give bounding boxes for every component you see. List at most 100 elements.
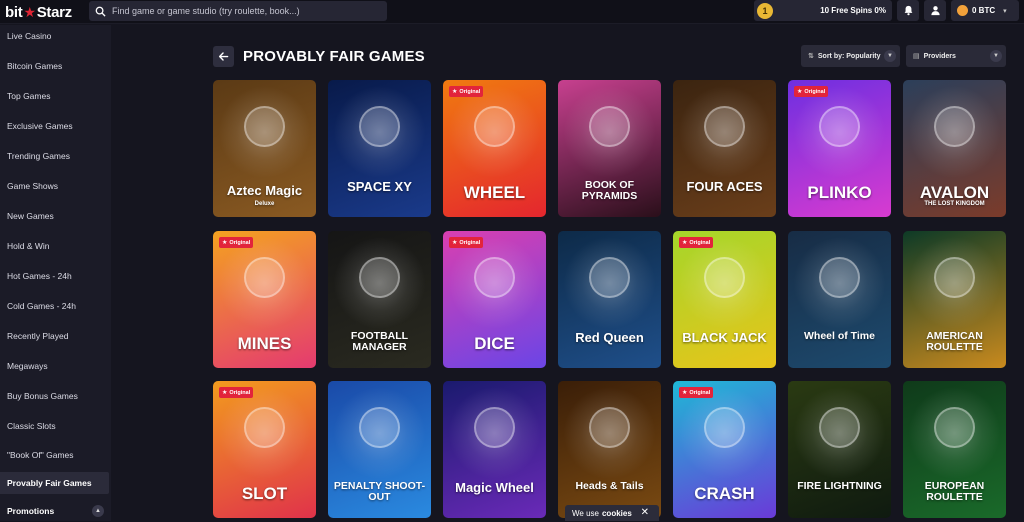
game-title: FOUR ACES (686, 179, 763, 194)
cookie-text: We use (572, 508, 599, 518)
game-thumbnail (558, 381, 661, 518)
game-card[interactable]: BOOK OF PYRAMIDS (558, 80, 661, 217)
sidebar-item[interactable]: Recently Played (0, 325, 109, 347)
game-card[interactable]: ★ Original SLOT (213, 381, 316, 518)
logo-text-right: Starz (36, 3, 72, 21)
sidebar-item[interactable]: Bitcoin Games (0, 55, 109, 77)
game-card[interactable]: FOOTBALL MANAGER (328, 231, 431, 368)
game-card[interactable]: AMERICAN ROULETTE (903, 231, 1006, 368)
cookie-link[interactable]: cookies (602, 509, 632, 518)
sidebar-item[interactable]: Provably Fair Games (0, 472, 109, 494)
sidebar-item[interactable]: Top Games (0, 85, 109, 107)
user-icon (930, 6, 940, 16)
game-card[interactable]: Heads & Tails (558, 381, 661, 518)
game-thumbnail (558, 231, 661, 368)
back-button[interactable] (213, 45, 234, 67)
game-card[interactable]: AVALON THE LOST KINGDOM (903, 80, 1006, 217)
original-badge-label: Original (459, 239, 481, 246)
chevron-up-icon[interactable]: ▲ (92, 505, 104, 517)
game-emblem-icon (244, 257, 285, 298)
game-card[interactable]: FIRE LIGHTNING (788, 381, 891, 518)
sidebar-item[interactable]: Classic Slots (0, 415, 109, 437)
game-title: SPACE XY (347, 179, 412, 194)
star-icon: ★ (452, 89, 458, 95)
sidebar-item[interactable]: Hot Games - 24h (0, 265, 109, 287)
game-title: BOOK OF PYRAMIDS (581, 179, 638, 202)
logo-star-icon: ★ (23, 3, 36, 20)
sidebar-item[interactable]: Live Casino (0, 25, 109, 47)
star-icon: ★ (452, 240, 458, 246)
game-emblem-icon (244, 407, 285, 448)
free-spins-button[interactable]: 1 10 Free Spins 0% (754, 0, 892, 21)
balance-button[interactable]: 0 BTC ▾ (951, 0, 1019, 21)
star-icon: ★ (797, 89, 803, 95)
sidebar-item[interactable]: Cold Games - 24h (0, 295, 109, 317)
game-card[interactable]: ★ Original WHEEL (443, 80, 546, 217)
game-card[interactable]: FOUR ACES (673, 80, 776, 217)
game-title: PENALTY SHOOT-OUT (333, 480, 426, 503)
star-icon: ★ (222, 390, 228, 396)
game-thumbnail (443, 381, 546, 518)
game-emblem-icon (819, 407, 860, 448)
game-card[interactable]: Wheel of Time (788, 231, 891, 368)
game-title: FOOTBALL MANAGER (350, 330, 409, 353)
original-badge: ★ Original (794, 86, 829, 97)
game-card[interactable]: ★ Original CRASH (673, 381, 776, 518)
providers-dropdown[interactable]: ▤ Providers ▼ (906, 45, 1006, 67)
sidebar-item[interactable]: Buy Bonus Games (0, 385, 109, 407)
sidebar-item[interactable]: "Book Of" Games (0, 444, 109, 466)
logo[interactable]: bit ★ Starz (5, 2, 72, 22)
game-card[interactable]: Aztec Magic Deluxe (213, 80, 316, 217)
account-button[interactable] (924, 0, 946, 21)
sidebar-item[interactable]: Game Shows (0, 175, 109, 197)
game-emblem-icon (359, 257, 400, 298)
game-thumbnail (673, 231, 776, 368)
bell-icon (904, 5, 912, 16)
game-emblem-icon (704, 257, 745, 298)
game-card[interactable]: Magic Wheel (443, 381, 546, 518)
game-emblem-icon (359, 106, 400, 147)
game-thumbnail (328, 80, 431, 217)
game-card[interactable]: SPACE XY (328, 80, 431, 217)
game-subtitle: Deluxe (254, 201, 275, 207)
original-badge: ★ Original (679, 237, 714, 248)
sidebar-item[interactable]: New Games (0, 205, 109, 227)
search-input[interactable] (112, 6, 372, 16)
game-card[interactable]: ★ Original MINES (213, 231, 316, 368)
sidebar-item[interactable]: Trending Games (0, 145, 109, 167)
sidebar-item[interactable]: Megaways (0, 355, 109, 377)
sidebar-item[interactable]: Exclusive Games (0, 115, 109, 137)
game-emblem-icon (704, 407, 745, 448)
original-badge-label: Original (229, 239, 251, 246)
notifications-button[interactable] (897, 0, 919, 21)
game-thumbnail (788, 231, 891, 368)
chevron-down-icon: ▼ (990, 50, 1002, 62)
game-emblem-icon (474, 106, 515, 147)
game-title: Heads & Tails (575, 480, 644, 492)
game-card[interactable]: EUROPEAN ROULETTE (903, 381, 1006, 518)
original-badge: ★ Original (449, 86, 484, 97)
page-title: PROVABLY FAIR GAMES (243, 47, 425, 65)
logo-text-left: bit (5, 3, 23, 21)
game-card[interactable]: ★ Original BLACK JACK (673, 231, 776, 368)
star-icon: ★ (682, 390, 688, 396)
game-title: EUROPEAN ROULETTE (924, 480, 985, 503)
game-card[interactable]: Red Queen (558, 231, 661, 368)
game-emblem-icon (589, 407, 630, 448)
game-title: WHEEL (463, 183, 526, 202)
game-card[interactable]: ★ Original PLINKO (788, 80, 891, 217)
sort-dropdown[interactable]: ⇅ Sort by: Popularity ▼ (801, 45, 900, 67)
search-box[interactable] (89, 1, 387, 21)
game-thumbnail (788, 381, 891, 518)
game-emblem-icon (474, 407, 515, 448)
sidebar-item[interactable]: Hold & Win (0, 235, 109, 257)
chevron-down-icon: ▾ (1003, 7, 1007, 15)
free-spins-label: 10 Free Spins 0% (820, 6, 886, 15)
game-card[interactable]: PENALTY SHOOT-OUT (328, 381, 431, 518)
game-emblem-icon (474, 257, 515, 298)
balance-label: 0 BTC (972, 6, 996, 15)
close-icon[interactable]: ✕ (641, 507, 649, 518)
original-badge-label: Original (689, 239, 711, 246)
game-emblem-icon (819, 257, 860, 298)
game-card[interactable]: ★ Original DICE (443, 231, 546, 368)
